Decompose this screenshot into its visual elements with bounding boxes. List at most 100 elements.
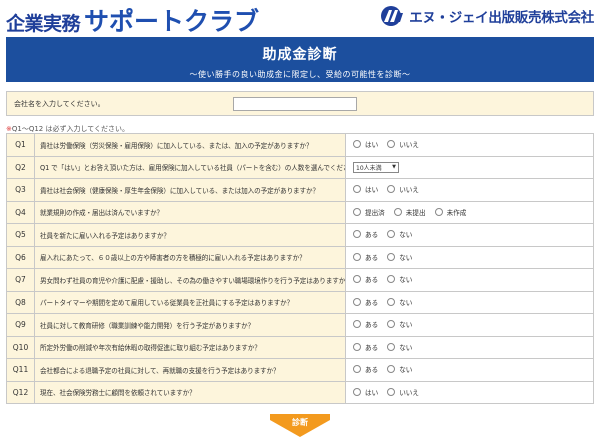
- radio-option[interactable]: 提出済: [353, 207, 385, 217]
- radio-label: ない: [399, 321, 413, 330]
- radio-option[interactable]: ない: [387, 229, 412, 239]
- question-text: 雇入れにあたって、６０歳以上の方や障害者の方を積極的に雇い入れる予定はありますか…: [34, 245, 346, 269]
- radio-button[interactable]: [353, 252, 361, 261]
- radio-button[interactable]: [387, 275, 396, 284]
- question-row-q2: Q2 Q1 で「はい」とお答え頂いた方は、雇用保険に加入している社員（パートを含む…: [6, 155, 594, 179]
- question-number: Q2: [6, 155, 35, 179]
- radio-button[interactable]: [387, 140, 396, 149]
- site-logo[interactable]: 企業実務 サポートクラブ: [6, 2, 259, 36]
- radio-button[interactable]: [387, 320, 396, 329]
- radio-label: ない: [399, 366, 413, 375]
- radio-option[interactable]: はい: [353, 184, 378, 194]
- answer-cell: ある ない: [345, 335, 594, 359]
- page-title: 助成金診断: [262, 47, 338, 63]
- radio-option[interactable]: ない: [387, 342, 412, 352]
- brand-main: サポートクラブ: [84, 7, 260, 36]
- radio-option[interactable]: ある: [353, 252, 378, 262]
- radio-label: ない: [399, 298, 413, 307]
- question-text: 所定外労働の削減や年次有給休暇の取得促進に取り組む予定はありますか？: [34, 335, 346, 359]
- question-number: Q4: [6, 200, 35, 224]
- question-row-q4: Q4 就業規則の作成・届出は済んでいますか？ 提出済 未提出 未作成: [6, 200, 594, 224]
- radio-option[interactable]: ない: [387, 274, 412, 284]
- answer-cell: ある ない: [345, 245, 594, 269]
- question-number: Q8: [6, 290, 35, 314]
- radio-button[interactable]: [387, 387, 396, 396]
- radio-button[interactable]: [434, 207, 443, 216]
- diagnose-button-label: 診断: [292, 418, 308, 427]
- radio-button[interactable]: [353, 342, 361, 351]
- question-text: 男女問わず社員の育児や介護に配慮・援助し、その為の働きやすい職場環境作りを行う予…: [34, 268, 346, 292]
- answer-cell: ある ない: [345, 313, 594, 337]
- radio-option[interactable]: ない: [387, 297, 412, 307]
- radio-button[interactable]: [353, 230, 361, 239]
- radio-option[interactable]: ない: [387, 364, 412, 374]
- question-row-q6: Q6 雇入れにあたって、６０歳以上の方や障害者の方を積極的に雇い入れる予定はありま…: [6, 245, 594, 269]
- required-note-text: Q1～Q12 は必ず入力してください。: [11, 125, 130, 133]
- radio-button[interactable]: [353, 297, 361, 306]
- question-row-q3: Q3 貴社は社会保険（健康保険・厚生年金保険）に加入している、または加入の予定があ…: [6, 178, 594, 202]
- radio-option[interactable]: ある: [353, 364, 378, 374]
- radio-option[interactable]: ない: [387, 252, 412, 262]
- question-row-q11: Q11 会社都合による退職予定の社員に対して、再就職の支援を行う予定はありますか？…: [6, 358, 594, 382]
- company-name-row: 会社名を入力してください。: [6, 91, 594, 116]
- radio-button[interactable]: [387, 365, 396, 374]
- radio-option[interactable]: ある: [353, 297, 378, 307]
- radio-label: ある: [365, 298, 379, 307]
- question-number: Q10: [6, 335, 35, 359]
- answer-cell: はい いいえ: [345, 380, 594, 404]
- company-name-input[interactable]: [233, 96, 357, 111]
- radio-option[interactable]: ある: [353, 319, 378, 329]
- radio-label: ある: [365, 253, 379, 262]
- radio-button[interactable]: [353, 320, 361, 329]
- radio-button[interactable]: [353, 365, 361, 374]
- question-row-q5: Q5 社員を新たに雇い入れる予定はありますか？ ある ない: [6, 223, 594, 247]
- brand-prefix: 企業実務: [6, 13, 81, 35]
- site-header: 企業実務 サポートクラブ エヌ・ジェイ出版販売株式会社: [0, 0, 600, 36]
- radio-button[interactable]: [387, 297, 396, 306]
- question-row-q8: Q8 パートタイマーや期間を定めて雇用している従業員を正社員にする予定はありますか…: [6, 290, 594, 314]
- radio-option[interactable]: ある: [353, 274, 378, 284]
- radio-option[interactable]: ある: [353, 342, 378, 352]
- radio-option[interactable]: ない: [387, 319, 412, 329]
- question-text: 現在、社会保険労務士に顧問を依頼されていますか？: [34, 380, 346, 404]
- radio-button[interactable]: [353, 275, 361, 284]
- radio-option[interactable]: はい: [353, 387, 378, 397]
- radio-option[interactable]: いいえ: [387, 139, 419, 149]
- diagnose-button[interactable]: 診断: [270, 414, 330, 437]
- page-subtitle: ～使い勝手の良い助成金に限定し、受給の可能性を診断～: [189, 70, 411, 79]
- question-number: Q3: [6, 178, 35, 202]
- question-number: Q1: [6, 133, 35, 157]
- question-number: Q6: [6, 245, 35, 269]
- question-row-q12: Q12 現在、社会保険労務士に顧問を依頼されていますか？ はい いいえ: [6, 380, 594, 404]
- radio-label: ある: [365, 366, 379, 375]
- question-text: 会社都合による退職予定の社員に対して、再就職の支援を行う予定はありますか？: [34, 358, 346, 382]
- radio-button[interactable]: [387, 230, 396, 239]
- employee-count-select[interactable]: 10人未満 ▼: [353, 161, 399, 173]
- question-row-q1: Q1 貴社は労働保険（労災保険・雇用保険）に加入している、または、加入の予定があり…: [6, 133, 594, 157]
- radio-button[interactable]: [387, 342, 396, 351]
- radio-button[interactable]: [353, 185, 361, 194]
- radio-option[interactable]: 未作成: [434, 207, 467, 217]
- radio-option[interactable]: いいえ: [387, 184, 419, 194]
- radio-button[interactable]: [353, 387, 361, 396]
- company-logo[interactable]: エヌ・ジェイ出版販売株式会社: [378, 5, 594, 27]
- radio-button[interactable]: [393, 207, 402, 216]
- radio-button[interactable]: [353, 140, 361, 149]
- radio-label: 未作成: [446, 208, 467, 217]
- radio-button[interactable]: [353, 207, 361, 216]
- answer-cell: はい いいえ: [345, 178, 594, 202]
- radio-label: ない: [399, 253, 413, 262]
- radio-button[interactable]: [387, 185, 396, 194]
- question-row-q7: Q7 男女問わず社員の育児や介護に配慮・援助し、その為の働きやすい職場環境作りを行…: [6, 268, 594, 292]
- radio-option[interactable]: いいえ: [387, 387, 419, 397]
- radio-option[interactable]: 未提出: [393, 207, 426, 217]
- radio-label: ある: [365, 343, 379, 352]
- radio-button[interactable]: [387, 252, 396, 261]
- question-text: 社員を新たに雇い入れる予定はありますか？: [34, 223, 346, 247]
- answer-cell: 10人未満 ▼: [345, 155, 594, 179]
- radio-label: ない: [399, 276, 413, 285]
- radio-option[interactable]: はい: [353, 139, 378, 149]
- radio-option[interactable]: ある: [353, 229, 378, 239]
- ng-logo-icon: [381, 6, 404, 26]
- radio-label: ある: [365, 231, 379, 240]
